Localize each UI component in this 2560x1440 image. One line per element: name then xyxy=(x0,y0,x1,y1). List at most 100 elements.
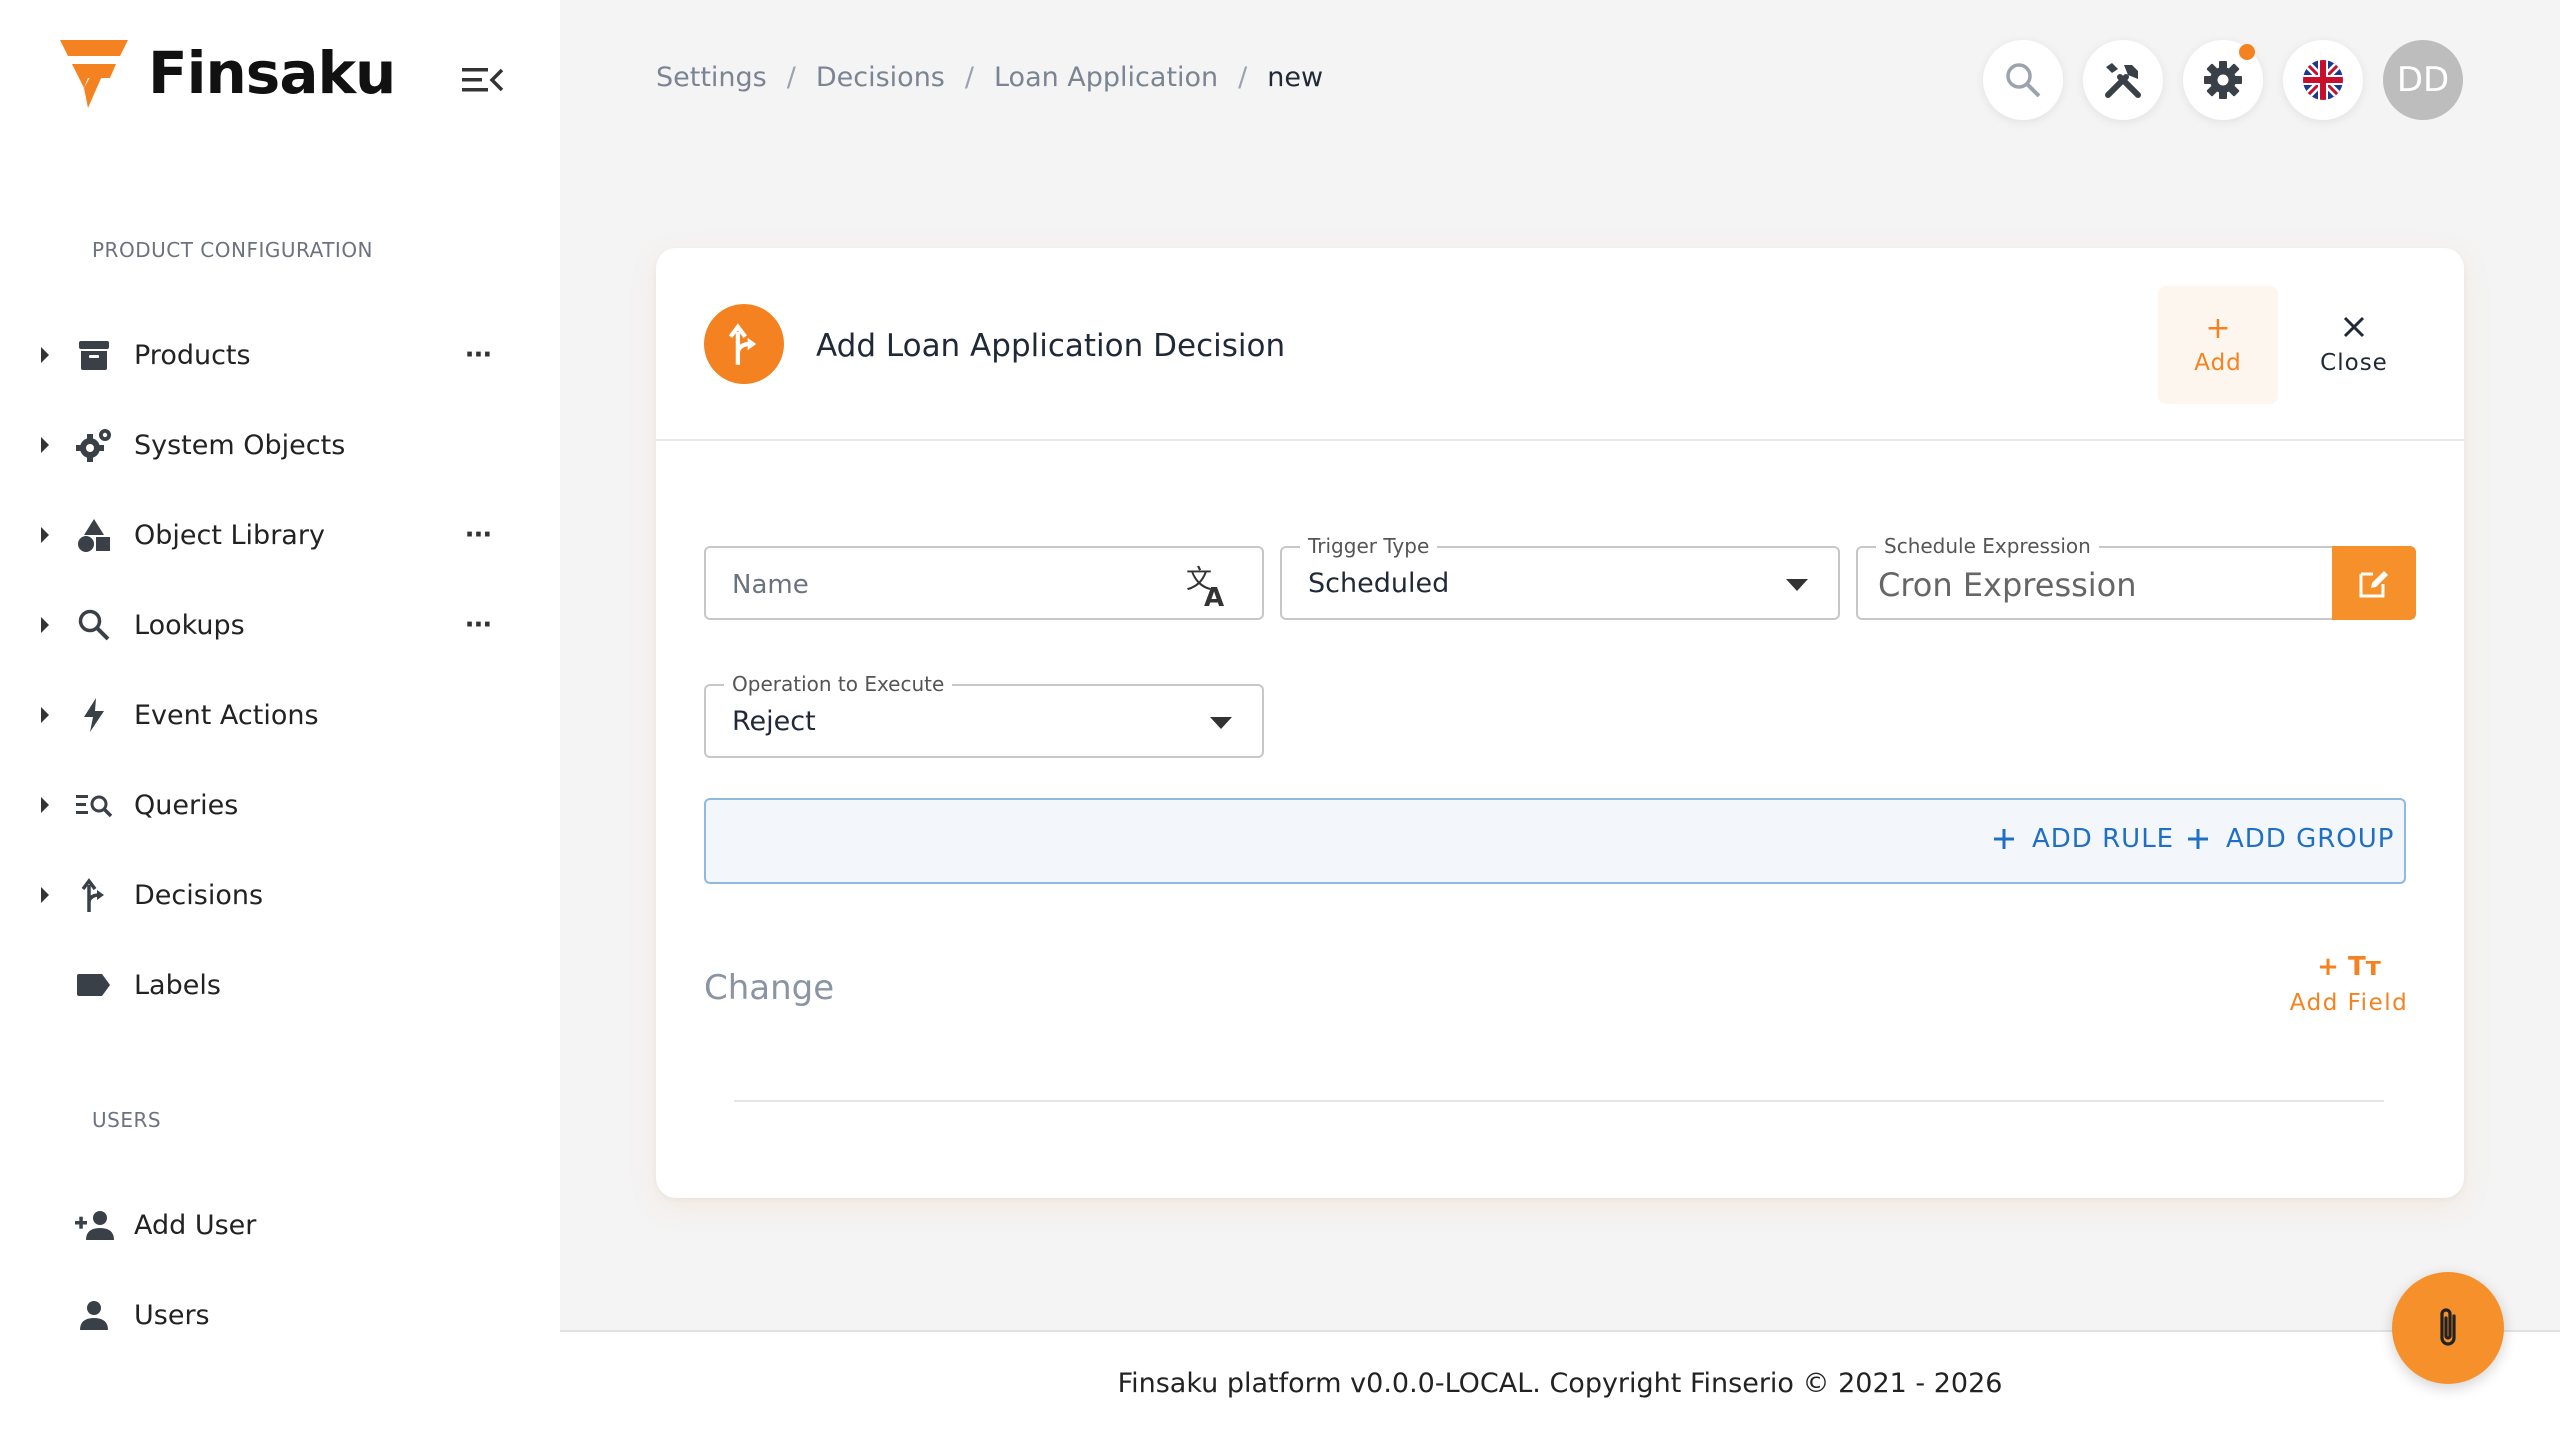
tools-button[interactable] xyxy=(2083,40,2163,120)
card-header: Add Loan Application Decision + Add Clos… xyxy=(656,248,2464,441)
card-title: Add Loan Application Decision xyxy=(816,328,1286,364)
sidebar-item-products[interactable]: Products ··· xyxy=(30,325,500,385)
sidebar-item-add-user[interactable]: Add User xyxy=(30,1195,500,1255)
sidebar-item-object-library[interactable]: Object Library ··· xyxy=(30,505,500,565)
add-field-label: Add Field xyxy=(2289,990,2409,1016)
breadcrumb-separator: / xyxy=(964,62,974,93)
trigger-type-select[interactable]: Trigger Type Scheduled xyxy=(1280,534,1840,620)
tools-icon xyxy=(2105,63,2141,98)
add-field-button[interactable]: + Tт Add Field xyxy=(2284,952,2414,1026)
gear-icon xyxy=(2204,61,2242,99)
plus-icon: + xyxy=(2205,311,2231,346)
shapes-icon xyxy=(72,513,116,557)
search-icon xyxy=(72,603,116,647)
add-rule-label: ADD RULE xyxy=(2032,824,2175,854)
schedule-expression-label: Schedule Expression xyxy=(1876,534,2099,558)
svg-text:A: A xyxy=(1204,583,1224,610)
add-button-label: Add xyxy=(2194,350,2242,376)
sidebar-item-users[interactable]: Users xyxy=(30,1285,500,1345)
edit-cron-button[interactable] xyxy=(2332,546,2416,620)
sidebar-item-event-actions[interactable]: Event Actions xyxy=(30,685,500,745)
breadcrumb-settings[interactable]: Settings xyxy=(656,62,767,93)
plus-icon xyxy=(2188,829,2208,849)
language-button[interactable] xyxy=(2283,40,2363,120)
more-options-icon[interactable]: ··· xyxy=(456,609,500,641)
cron-expression-placeholder: Cron Expression xyxy=(1878,566,2137,604)
close-button[interactable]: Close xyxy=(2294,286,2414,404)
add-button[interactable]: + Add xyxy=(2158,286,2278,404)
gears-icon xyxy=(72,423,116,467)
breadcrumb-current: new xyxy=(1267,62,1324,93)
dropdown-arrow-icon xyxy=(1210,717,1232,729)
edit-icon xyxy=(2359,571,2388,598)
sidebar-item-lookups[interactable]: Lookups ··· xyxy=(30,595,500,655)
label-icon xyxy=(72,963,116,1007)
caret-right-icon xyxy=(30,526,60,544)
sidebar-item-label: Labels xyxy=(134,969,221,1001)
brand[interactable]: Finsaku xyxy=(58,36,396,110)
sidebar-item-label: Event Actions xyxy=(134,699,319,731)
trigger-type-label: Trigger Type xyxy=(1300,534,1438,558)
caret-right-icon xyxy=(30,706,60,724)
search-button[interactable] xyxy=(1983,40,2063,120)
archive-icon xyxy=(72,333,116,377)
attachment-fab-button[interactable] xyxy=(2392,1272,2504,1384)
finsaku-logo-icon xyxy=(60,40,128,108)
sidebar: Finsaku PRODUCT CONFIGURATION Products ·… xyxy=(0,0,560,1440)
add-group-label: ADD GROUP xyxy=(2226,824,2395,854)
sidebar-item-label: Decisions xyxy=(134,879,264,911)
sidebar-item-label: Lookups xyxy=(134,609,245,641)
split-arrow-icon xyxy=(72,873,116,917)
sidebar-item-queries[interactable]: Queries xyxy=(30,775,500,835)
more-options-icon[interactable]: ··· xyxy=(456,519,500,551)
breadcrumb-separator: / xyxy=(1238,62,1248,93)
caret-right-icon xyxy=(30,886,60,904)
breadcrumb-loan-application[interactable]: Loan Application xyxy=(994,62,1218,93)
caret-right-icon xyxy=(30,346,60,364)
change-section-title: Change xyxy=(704,968,835,1008)
operation-select[interactable]: Operation to Execute Reject xyxy=(704,672,1264,758)
footer-divider xyxy=(560,1330,2560,1332)
name-placeholder: Name xyxy=(732,570,809,600)
add-group-button[interactable]: ADD GROUP xyxy=(2186,824,2394,854)
query-icon xyxy=(72,783,116,827)
user-icon xyxy=(72,1293,116,1337)
plus-icon xyxy=(1994,829,2014,849)
sidebar-item-label: Users xyxy=(134,1299,210,1331)
trigger-type-value: Scheduled xyxy=(1308,568,1450,599)
sidebar-item-decisions[interactable]: Decisions xyxy=(30,865,500,925)
sidebar-item-system-objects[interactable]: System Objects xyxy=(30,415,500,475)
caret-right-icon xyxy=(30,436,60,454)
breadcrumb-decisions[interactable]: Decisions xyxy=(816,62,945,93)
decision-icon xyxy=(704,304,784,384)
notification-dot xyxy=(2239,44,2255,60)
close-button-label: Close xyxy=(2320,350,2388,376)
name-field[interactable]: Name 文 A xyxy=(704,546,1264,620)
rule-builder: ADD RULE ADD GROUP xyxy=(704,798,2406,884)
breadcrumb-separator: / xyxy=(786,62,796,93)
schedule-expression-field[interactable]: Schedule Expression Cron Expression xyxy=(1856,534,2334,620)
sidebar-item-label: Add User xyxy=(134,1209,257,1241)
collapse-sidebar-button[interactable] xyxy=(460,60,506,100)
add-rule-button[interactable]: ADD RULE xyxy=(1992,824,2174,854)
sidebar-item-labels[interactable]: Labels xyxy=(30,955,500,1015)
more-options-icon[interactable]: ··· xyxy=(456,339,500,371)
caret-right-icon xyxy=(30,796,60,814)
translate-icon[interactable]: 文 A xyxy=(1184,562,1232,610)
bolt-icon xyxy=(72,693,116,737)
sidebar-item-label: Queries xyxy=(134,789,239,821)
settings-button[interactable] xyxy=(2183,40,2263,120)
footer-copyright: Finsaku platform v0.0.0-LOCAL. Copyright… xyxy=(1117,1368,2003,1399)
add-text-field-icon: + Tт xyxy=(2317,952,2381,982)
sidebar-item-label: Products xyxy=(134,339,251,371)
avatar[interactable]: DD xyxy=(2383,40,2463,120)
dropdown-arrow-icon xyxy=(1786,579,1808,591)
brand-name: Finsaku xyxy=(148,39,396,107)
caret-right-icon xyxy=(30,616,60,634)
section-title-users: USERS xyxy=(92,1108,162,1132)
breadcrumb: Settings / Decisions / Loan Application … xyxy=(656,62,1323,93)
operation-value: Reject xyxy=(732,706,816,737)
menu-collapse-icon xyxy=(462,68,504,92)
operation-label: Operation to Execute xyxy=(724,672,953,696)
paperclip-icon xyxy=(2440,1308,2456,1346)
